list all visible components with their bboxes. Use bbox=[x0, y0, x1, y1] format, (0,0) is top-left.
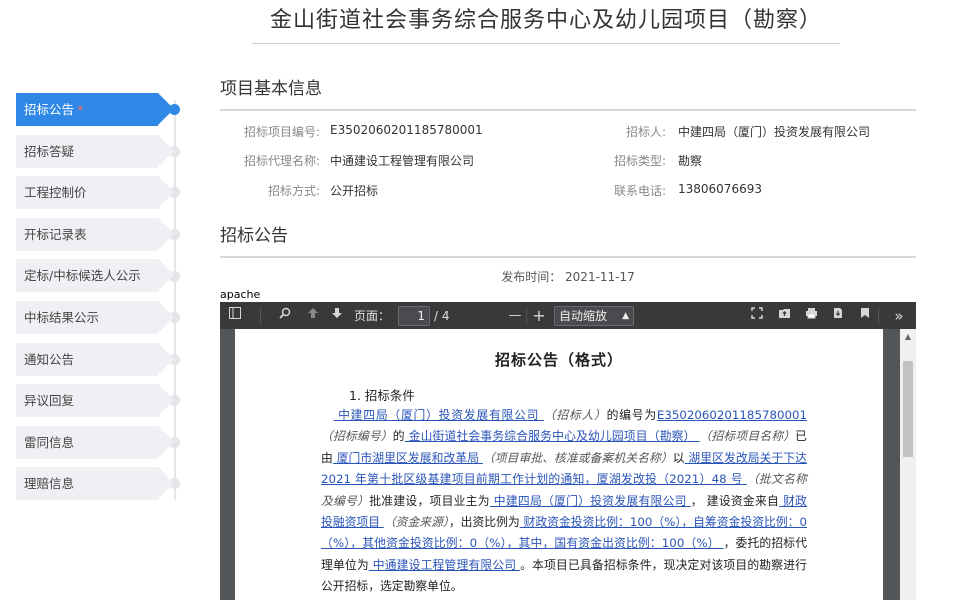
project-no-label: 招标项目编号: bbox=[243, 125, 320, 139]
sidebar-item-announcement[interactable]: 通知公告 bbox=[16, 342, 174, 376]
apache-label: apache bbox=[220, 287, 916, 302]
document-paragraph: 中建四局（厦门）投资发展有限公司 （招标人）的编号为E3502060201185… bbox=[321, 408, 807, 594]
sidebar-item-qa[interactable]: 招标答疑 bbox=[16, 134, 174, 168]
toolbar-separator bbox=[526, 308, 527, 324]
sidebar-nav: 招标公告 * 招标答疑 工程控制价 开标记录表 定标/中标候选人公示 中标结果公示… bbox=[16, 93, 174, 509]
page-total: / 4 bbox=[434, 309, 450, 323]
sidebar-item-control-price[interactable]: 工程控制价 bbox=[16, 176, 174, 210]
tenderer-link: 中建四局（厦门）投资发展有限公司 bbox=[333, 408, 544, 422]
sidebar-toggle-icon[interactable] bbox=[226, 306, 244, 326]
tenderer-label: 招标人: bbox=[625, 125, 666, 139]
page-title: 金山街道社会事务综合服务中心及幼儿园项目（勘察） bbox=[252, 4, 840, 44]
bookmark-icon[interactable] bbox=[856, 306, 874, 326]
agent-label: 招标代理名称: bbox=[243, 154, 320, 168]
sidebar-item-opening-record[interactable]: 开标记录表 bbox=[16, 217, 174, 251]
sidebar-item-claim-info[interactable]: 理赔信息 bbox=[16, 467, 174, 501]
toolbar-separator bbox=[878, 308, 879, 324]
scroll-thumb[interactable] bbox=[903, 361, 913, 457]
phone-value: 13806076693 bbox=[678, 182, 762, 196]
zoom-select[interactable]: 自动缩放 ▲ bbox=[554, 306, 634, 326]
folder-open-icon[interactable] bbox=[775, 306, 793, 326]
download-icon[interactable] bbox=[829, 306, 847, 326]
document-title: 招标公告（格式） bbox=[494, 351, 623, 369]
method-label: 招标方式: bbox=[267, 184, 320, 198]
info-row: 招标代理名称: 中通建设工程管理有限公司 招标类型: 勘察 bbox=[220, 152, 916, 174]
method-value: 公开招标 bbox=[330, 184, 379, 198]
basic-info-heading: 项目基本信息 bbox=[220, 74, 916, 111]
info-row: 招标方式: 公开招标 联系电话: 13806076693 bbox=[220, 182, 916, 204]
fullscreen-icon[interactable] bbox=[748, 306, 766, 326]
minus-icon[interactable]: — bbox=[506, 306, 524, 326]
search-icon[interactable] bbox=[276, 306, 294, 326]
section-heading: 1. 招标条件 bbox=[349, 388, 415, 403]
type-value: 勘察 bbox=[678, 154, 703, 168]
sidebar-item-result-notice[interactable]: 中标结果公示 bbox=[16, 300, 174, 334]
sidebar-item-objection-reply[interactable]: 异议回复 bbox=[16, 384, 174, 418]
pdf-page: 招标公告（格式） 1. 招标条件 中建四局（厦门）投资发展有限公司 （招标人）的… bbox=[235, 329, 883, 600]
sidebar-item-similar-info[interactable]: 雷同信息 bbox=[16, 425, 174, 459]
notice-heading: 招标公告 bbox=[220, 221, 916, 258]
agent-value: 中通建设工程管理有限公司 bbox=[330, 154, 475, 168]
type-label: 招标类型: bbox=[613, 154, 666, 168]
toolbar-separator bbox=[260, 308, 261, 324]
page-label: 页面： bbox=[354, 309, 391, 323]
required-star: * bbox=[77, 102, 84, 117]
pdf-toolbar: 页面： 1 / 4 — + 自动缩放 ▲ » bbox=[220, 302, 916, 329]
project-no-value: E3502060201185780001 bbox=[330, 123, 483, 137]
plus-icon[interactable]: + bbox=[530, 306, 548, 326]
phone-label: 联系电话: bbox=[613, 184, 666, 198]
sidebar-item-tender-notice[interactable]: 招标公告 * bbox=[16, 93, 174, 126]
publish-time: 发布时间： 2021-11-17 bbox=[501, 270, 635, 284]
double-chevron-right-icon[interactable]: » bbox=[890, 306, 908, 326]
info-row: 招标项目编号: E3502060201185780001 招标人: 中建四局（厦… bbox=[220, 123, 916, 145]
arrow-up-icon[interactable] bbox=[304, 306, 322, 326]
pdf-scrollbar[interactable]: ▲ bbox=[900, 329, 916, 600]
scroll-up-icon[interactable]: ▲ bbox=[900, 329, 916, 345]
sidebar-item-candidate-notice[interactable]: 定标/中标候选人公示 bbox=[16, 259, 174, 293]
tenderer-value: 中建四局（厦门）投资发展有限公司 bbox=[678, 125, 871, 139]
print-icon[interactable] bbox=[802, 306, 820, 326]
arrow-down-icon[interactable] bbox=[328, 306, 346, 326]
pdf-viewer: apache 页面： 1 / 4 — + 自动缩放 ▲ » 招标公告（格式） 1… bbox=[220, 287, 916, 600]
page-number-input[interactable]: 1 bbox=[398, 306, 430, 326]
chevron-down-icon: ▲ bbox=[622, 311, 629, 321]
